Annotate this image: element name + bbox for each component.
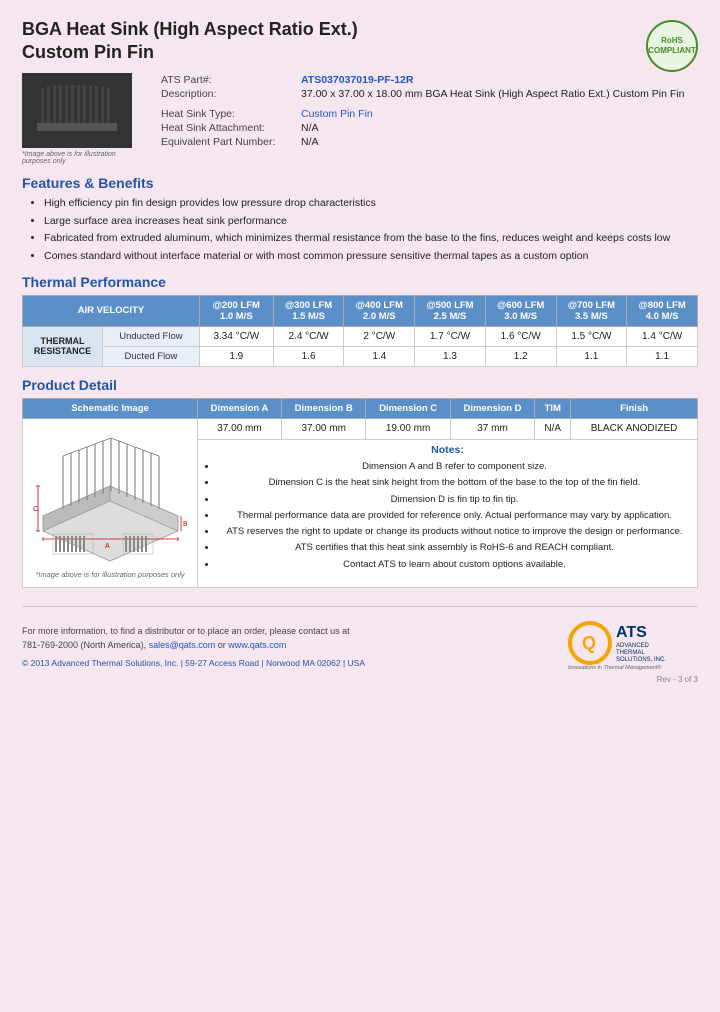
equivalent-part-label: Equivalent Part Number: xyxy=(157,135,297,149)
product-image-box xyxy=(22,73,132,148)
description-label: Description: xyxy=(157,87,297,101)
ducted-500: 1.3 xyxy=(415,346,486,366)
footer-contact: For more information, to find a distribu… xyxy=(22,625,365,652)
page-number: Rev - 3 of 3 xyxy=(22,675,698,684)
unducted-200: 3.34 °C/W xyxy=(199,326,273,346)
svg-text:Innovations in Thermal Managem: Innovations in Thermal Management® xyxy=(568,664,662,670)
footer-copyright: © 2013 Advanced Thermal Solutions, Inc. … xyxy=(22,657,365,670)
svg-text:ADVANCED: ADVANCED xyxy=(616,643,650,649)
unducted-800: 1.4 °C/W xyxy=(627,326,698,346)
ats-logo-area: Q ATS ADVANCED THERMAL SOLUTIONS, INC. I… xyxy=(568,615,698,670)
footer-phone: 781-769-2000 (North America) xyxy=(22,640,144,650)
feature-item: Large surface area increases heat sink p… xyxy=(44,214,698,229)
unducted-flow-label: Unducted Flow xyxy=(103,326,200,346)
dim-d-value: 37 mm xyxy=(450,418,534,439)
svg-text:C: C xyxy=(33,506,38,513)
note-item: ATS certifies that this heat sink assemb… xyxy=(217,541,692,554)
notes-list: Dimension A and B refer to component siz… xyxy=(203,460,692,571)
svg-text:THERMAL: THERMAL xyxy=(616,650,645,656)
thermal-table: AIR VELOCITY @200 LFM 1.0 M/S @300 LFM 1… xyxy=(22,295,698,367)
svg-text:SOLUTIONS, INC.: SOLUTIONS, INC. xyxy=(616,657,666,663)
tim-header: TIM xyxy=(535,398,571,418)
svg-text:ATS: ATS xyxy=(616,624,647,641)
heat-sink-attachment-label: Heat Sink Attachment: xyxy=(157,121,297,135)
svg-text:Q: Q xyxy=(582,633,596,653)
page-title: BGA Heat Sink (High Aspect Ratio Ext.) C… xyxy=(22,18,358,63)
ducted-200: 1.9 xyxy=(199,346,273,366)
unducted-500: 1.7 °C/W xyxy=(415,326,486,346)
schematic-image-cell: C A B xyxy=(23,418,198,587)
note-item: Dimension A and B refer to component siz… xyxy=(217,460,692,473)
note-item: Contact ATS to learn about custom option… xyxy=(217,558,692,571)
col-600lfm: @600 LFM 3.0 M/S xyxy=(485,295,556,326)
schematic-image: C A B xyxy=(30,423,190,583)
dim-b-header: Dimension B xyxy=(281,398,365,418)
heat-sink-attachment-value: N/A xyxy=(297,121,698,135)
col-700lfm: @700 LFM 3.5 M/S xyxy=(556,295,627,326)
image-caption: *Image above is for illustration purpose… xyxy=(22,151,137,165)
unducted-300: 2.4 °C/W xyxy=(273,326,344,346)
col-200lfm: @200 LFM 1.0 M/S xyxy=(199,295,273,326)
dim-a-header: Dimension A xyxy=(198,398,282,418)
product-detail-table: Schematic Image Dimension A Dimension B … xyxy=(22,398,698,588)
heat-sink-type-value: Custom Pin Fin xyxy=(297,107,698,121)
svg-text:A: A xyxy=(105,543,110,550)
note-item: ATS reserves the right to update or chan… xyxy=(217,525,692,538)
dim-a-value: 37.00 mm xyxy=(198,418,282,439)
features-title: Features & Benefits xyxy=(22,175,698,191)
svg-text:B: B xyxy=(183,521,188,528)
col-400lfm: @400 LFM 2.0 M/S xyxy=(344,295,415,326)
schematic-header: Schematic Image xyxy=(23,398,198,418)
finish-header: Finish xyxy=(571,398,698,418)
feature-item: Fabricated from extruded aluminum, which… xyxy=(44,231,698,246)
col-500lfm: @500 LFM 2.5 M/S xyxy=(415,295,486,326)
ducted-700: 1.1 xyxy=(556,346,627,366)
feature-item: High efficiency pin fin design provides … xyxy=(44,196,698,211)
thermal-resistance-label: THERMAL RESISTANCE xyxy=(23,326,103,366)
dim-c-header: Dimension C xyxy=(366,398,450,418)
header-section: *Image above is for illustration purpose… xyxy=(22,73,698,165)
notes-cell: Notes: Dimension A and B refer to compon… xyxy=(198,439,698,587)
note-item: Dimension C is the heat sink height from… xyxy=(217,476,692,489)
thermal-title: Thermal Performance xyxy=(22,274,698,290)
heat-sink-type-label: Heat Sink Type: xyxy=(157,107,297,121)
finish-value: BLACK ANODIZED xyxy=(571,418,698,439)
footer-email[interactable]: sales@qats.com xyxy=(149,640,216,650)
footer-left: For more information, to find a distribu… xyxy=(22,625,365,670)
ducted-300: 1.6 xyxy=(273,346,344,366)
rohs-badge: RoHS COMPLIANT xyxy=(646,20,698,72)
ducted-600: 1.2 xyxy=(485,346,556,366)
dim-d-header: Dimension D xyxy=(450,398,534,418)
description-value: 37.00 x 37.00 x 18.00 mm BGA Heat Sink (… xyxy=(297,87,698,101)
ats-logo: Q ATS ADVANCED THERMAL SOLUTIONS, INC. I… xyxy=(568,615,698,670)
schematic-caption: *Image above is for illustration purpose… xyxy=(35,570,184,579)
footer-website[interactable]: www.qats.com xyxy=(228,640,286,650)
air-velocity-header: AIR VELOCITY xyxy=(23,295,200,326)
features-list: High efficiency pin fin design provides … xyxy=(22,196,698,264)
ducted-800: 1.1 xyxy=(627,346,698,366)
part-info-table: ATS Part#: ATS037037019-PF-12R Descripti… xyxy=(157,73,698,149)
rohs-text: RoHS COMPLIANT xyxy=(648,36,696,55)
dim-c-value: 19.00 mm xyxy=(366,418,450,439)
tim-value: N/A xyxy=(535,418,571,439)
equivalent-part-value: N/A xyxy=(297,135,698,149)
col-800lfm: @800 LFM 4.0 M/S xyxy=(627,295,698,326)
dim-b-value: 37.00 mm xyxy=(281,418,365,439)
unducted-400: 2 °C/W xyxy=(344,326,415,346)
note-item: Dimension D is fin tip to fin tip. xyxy=(217,493,692,506)
notes-title: Notes: xyxy=(203,444,692,456)
col-300lfm: @300 LFM 1.5 M/S xyxy=(273,295,344,326)
unducted-700: 1.5 °C/W xyxy=(556,326,627,346)
heat-sink-illustration xyxy=(27,78,127,143)
ducted-flow-label: Ducted Flow xyxy=(103,346,200,366)
ats-part-label: ATS Part#: xyxy=(157,73,297,87)
ducted-400: 1.4 xyxy=(344,346,415,366)
product-image-area: *Image above is for illustration purpose… xyxy=(22,73,137,165)
ats-part-number: ATS037037019-PF-12R xyxy=(297,73,698,87)
feature-item: Comes standard without interface materia… xyxy=(44,249,698,264)
footer-section: For more information, to find a distribu… xyxy=(22,606,698,670)
product-detail-title: Product Detail xyxy=(22,377,698,393)
unducted-600: 1.6 °C/W xyxy=(485,326,556,346)
note-item: Thermal performance data are provided fo… xyxy=(217,509,692,522)
